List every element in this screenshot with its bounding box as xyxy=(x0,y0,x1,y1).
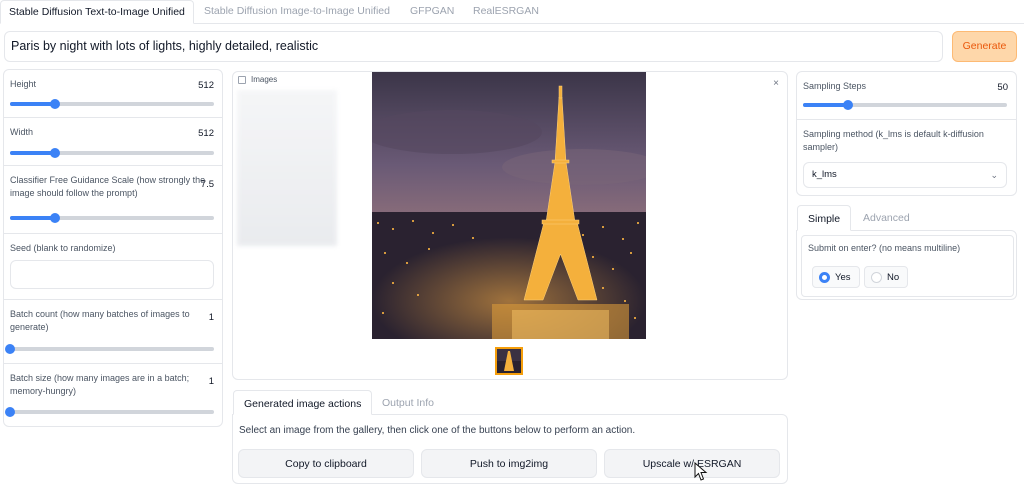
cfg-slider-thumb[interactable] xyxy=(49,213,60,223)
seed-label: Seed (blank to randomize) xyxy=(10,243,116,253)
cfg-label-line2: image should follow the prompt) xyxy=(10,188,138,198)
height-slider-thumb[interactable] xyxy=(49,99,60,109)
tab-output-info[interactable]: Output Info xyxy=(372,390,444,416)
batch-count-label-line2: generate) xyxy=(10,322,49,332)
batch-count-label: Batch count (how many batches of images … xyxy=(10,308,190,334)
batch-size-label: Batch size (how many images are in a bat… xyxy=(10,372,189,398)
gallery-label: Images xyxy=(251,75,278,84)
batch-size-value[interactable]: 1 xyxy=(209,376,214,387)
sampling-method-label-line1: Sampling method (k_lms is default k-diff… xyxy=(803,129,984,139)
gallery-panel: Images × xyxy=(232,71,788,380)
tab-txt2img[interactable]: Stable Diffusion Text-to-Image Unified xyxy=(0,0,194,24)
height-label: Height xyxy=(10,79,37,89)
sampling-steps-slider[interactable] xyxy=(803,100,1007,110)
tab-img2img[interactable]: Stable Diffusion Image-to-Image Unified xyxy=(196,0,398,24)
cfg-label-line1: Classifier Free Guidance Scale (how stro… xyxy=(10,175,206,185)
simple-panel: Submit on enter? (no means multiline) Ye… xyxy=(796,230,1017,300)
sampling-steps-block: Sampling Steps 50 xyxy=(797,72,1016,120)
batch-size-label-line1: Batch size (how many images are in a bat… xyxy=(10,373,190,383)
batch-count-label-line1: Batch count (how many batches of images … xyxy=(10,309,190,319)
sampling-method-select[interactable]: k_lms ⌄ xyxy=(803,162,1007,188)
sampling-method-value: k_lms xyxy=(812,169,837,180)
width-label: Width xyxy=(10,127,34,137)
batch-size-slider-thumb[interactable] xyxy=(5,407,15,417)
width-slider-fill xyxy=(10,151,55,155)
batch-size-block: Batch size (how many images are in a bat… xyxy=(4,364,222,428)
sampling-steps-label: Sampling Steps xyxy=(803,81,867,91)
sampling-steps-slider-fill xyxy=(803,103,848,107)
batch-size-label-line2: memory-hungry) xyxy=(10,386,77,396)
batch-count-block: Batch count (how many batches of images … xyxy=(4,300,222,364)
radio-no-label: No xyxy=(887,272,900,283)
sampling-panel: Sampling Steps 50 Sampling method (k_lms… xyxy=(796,71,1017,196)
cfg-label: Classifier Free Guidance Scale (how stro… xyxy=(10,174,205,200)
copy-to-clipboard-button[interactable]: Copy to clipboard xyxy=(238,449,414,478)
blurred-preview xyxy=(237,90,337,246)
batch-count-value[interactable]: 1 xyxy=(209,312,214,323)
actions-description: Select an image from the gallery, then c… xyxy=(239,425,636,436)
seed-block: Seed (blank to randomize) xyxy=(4,234,222,300)
width-block: Width 512 xyxy=(4,118,222,166)
sampling-method-label: Sampling method (k_lms is default k-diff… xyxy=(803,128,984,154)
prompt-input[interactable]: Paris by night with lots of lights, high… xyxy=(4,31,943,62)
mouse-cursor-icon xyxy=(694,462,708,481)
sampling-method-block: Sampling method (k_lms is default k-diff… xyxy=(797,120,1016,197)
tab-simple[interactable]: Simple xyxy=(797,205,852,231)
height-value[interactable]: 512 xyxy=(198,80,214,91)
generated-image[interactable] xyxy=(372,72,646,339)
sampling-steps-slider-thumb[interactable] xyxy=(842,100,853,110)
left-settings-panel: Height 512 Width 512 Classifier Free Gui… xyxy=(3,69,223,427)
height-slider[interactable] xyxy=(10,99,214,109)
close-icon[interactable]: × xyxy=(773,78,779,89)
top-tab-bar: Stable Diffusion Text-to-Image Unified S… xyxy=(0,0,1024,24)
seed-input[interactable] xyxy=(10,260,214,289)
width-value[interactable]: 512 xyxy=(198,128,214,139)
width-slider-thumb[interactable] xyxy=(49,148,60,158)
radio-no[interactable]: No xyxy=(864,266,909,288)
width-slider[interactable] xyxy=(10,148,214,158)
sampling-steps-value[interactable]: 50 xyxy=(997,82,1008,93)
cfg-block: Classifier Free Guidance Scale (how stro… xyxy=(4,166,222,234)
upscale-esrgan-button[interactable]: Upscale w/ ESRGAN xyxy=(604,449,780,478)
tab-realesrgan[interactable]: RealESRGAN xyxy=(465,0,547,24)
radio-yes-label: Yes xyxy=(835,272,851,283)
sampling-method-label-line2: sampler) xyxy=(803,142,839,152)
push-to-img2img-button[interactable]: Push to img2img xyxy=(421,449,597,478)
radio-yes[interactable]: Yes xyxy=(812,266,860,288)
height-block: Height 512 xyxy=(4,70,222,118)
radio-no-dot xyxy=(871,272,882,283)
tab-advanced[interactable]: Advanced xyxy=(853,205,920,231)
height-slider-fill xyxy=(10,102,55,106)
image-icon xyxy=(238,76,246,84)
tab-gfpgan[interactable]: GFPGAN xyxy=(402,0,462,24)
batch-size-slider[interactable] xyxy=(5,407,214,417)
generate-button[interactable]: Generate xyxy=(952,31,1017,62)
submit-on-enter-block: Submit on enter? (no means multiline) Ye… xyxy=(801,235,1014,297)
cfg-slider[interactable] xyxy=(10,213,214,223)
submit-on-enter-label: Submit on enter? (no means multiline) xyxy=(808,243,961,253)
cfg-slider-fill xyxy=(10,216,55,220)
batch-count-slider[interactable] xyxy=(5,344,214,354)
chevron-down-icon: ⌄ xyxy=(990,170,998,180)
gallery-thumbnail[interactable] xyxy=(495,347,523,375)
batch-count-slider-thumb[interactable] xyxy=(5,344,15,354)
radio-yes-dot xyxy=(819,272,830,283)
tab-generated-image-actions[interactable]: Generated image actions xyxy=(233,390,373,415)
cfg-value[interactable]: 7.5 xyxy=(201,179,214,190)
